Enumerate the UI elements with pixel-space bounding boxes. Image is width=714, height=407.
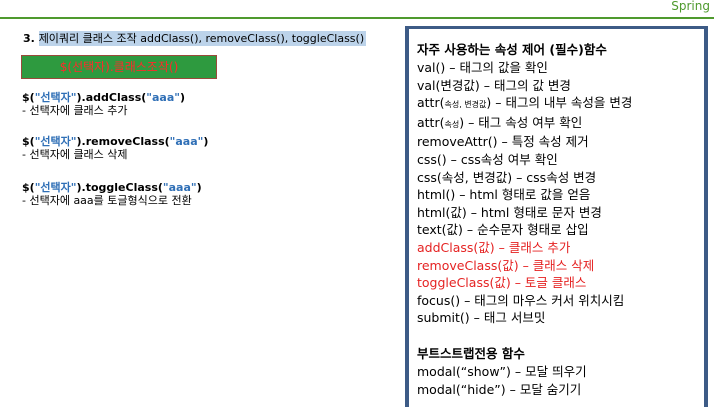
panel-item: css() – css속성 여부 확인 xyxy=(417,151,558,167)
example-toggleclass: $("선택자").toggleClass("aaa") - 선택자에 aaa를 … xyxy=(22,181,202,207)
section-heading: 3. 제이쿼리 클래스 조작 addClass(), removeClass()… xyxy=(23,31,367,47)
heading-number: 3. xyxy=(23,32,35,45)
panel-item: val() – 태그의 값을 확인 xyxy=(417,60,548,75)
class-demo-button[interactable]: $(선택자).클래스조작() xyxy=(21,55,217,79)
bootstrap-title: 부트스트랩전용 함수 xyxy=(417,345,525,361)
panel-item: submit() – 태그 서브밋 xyxy=(417,310,546,326)
panel-item: html(값) – html 형태로 문자 변경 xyxy=(417,204,602,220)
panel-item: val(변경값) – 태그의 값 변경 xyxy=(417,77,571,93)
panel-item: modal(“hide”) – 모달 숨기기 xyxy=(417,381,582,397)
panel-item-highlight: addClass(값) – 클래스 추가 xyxy=(417,239,571,255)
panel-item: attr(속성) – 태그 속성 여부 확인 xyxy=(417,114,583,130)
panel-item: focus() – 태그의 마우스 커서 위치시킴 xyxy=(417,292,625,308)
example-desc: - 선택자에 aaa를 토글형식으로 전환 xyxy=(22,194,192,207)
function-reference-panel: 자주 사용하는 속성 제어 (필수)함수 val() – 태그의 값을 확인 v… xyxy=(405,26,708,407)
panel-item: css(속성, 변경값) – css속성 변경 xyxy=(417,169,597,185)
panel-item-highlight: toggleClass(값) – 토글 클래스 xyxy=(417,275,587,291)
top-divider xyxy=(0,17,714,19)
example-code: $("선택자").addClass("aaa") xyxy=(22,91,186,104)
example-addclass: $("선택자").addClass("aaa") - 선택자에 클래스 추가 xyxy=(22,91,185,117)
heading-text: 제이쿼리 클래스 조작 addClass(), removeClass(), t… xyxy=(38,31,367,46)
panel-item: attr(속성, 변경값) – 태그의 내부 속성을 변경 xyxy=(417,95,633,111)
panel-item: removeAttr() – 특정 속성 제거 xyxy=(417,134,589,150)
panel-item: html() – html 형태로 값을 얻음 xyxy=(417,187,591,203)
panel-item-highlight: removeClass(값) – 클래스 삭제 xyxy=(417,257,595,273)
panel-item: text(값) – 순수문자 형태로 삽입 xyxy=(417,222,589,238)
example-desc: - 선택자에 클래스 삭제 xyxy=(22,148,128,161)
example-removeclass: $("선택자").removeClass("aaa") - 선택자에 클래스 삭… xyxy=(22,135,208,161)
example-desc: - 선택자에 클래스 추가 xyxy=(22,104,128,117)
panel-title: 자주 사용하는 속성 제어 (필수)함수 xyxy=(417,42,607,57)
panel-item: modal(“show”) – 모달 띄우기 xyxy=(417,363,587,379)
example-code: $("선택자").removeClass("aaa") xyxy=(22,135,209,148)
brand-label: Spring xyxy=(671,0,710,13)
example-code: $("선택자").toggleClass("aaa") xyxy=(22,181,202,194)
